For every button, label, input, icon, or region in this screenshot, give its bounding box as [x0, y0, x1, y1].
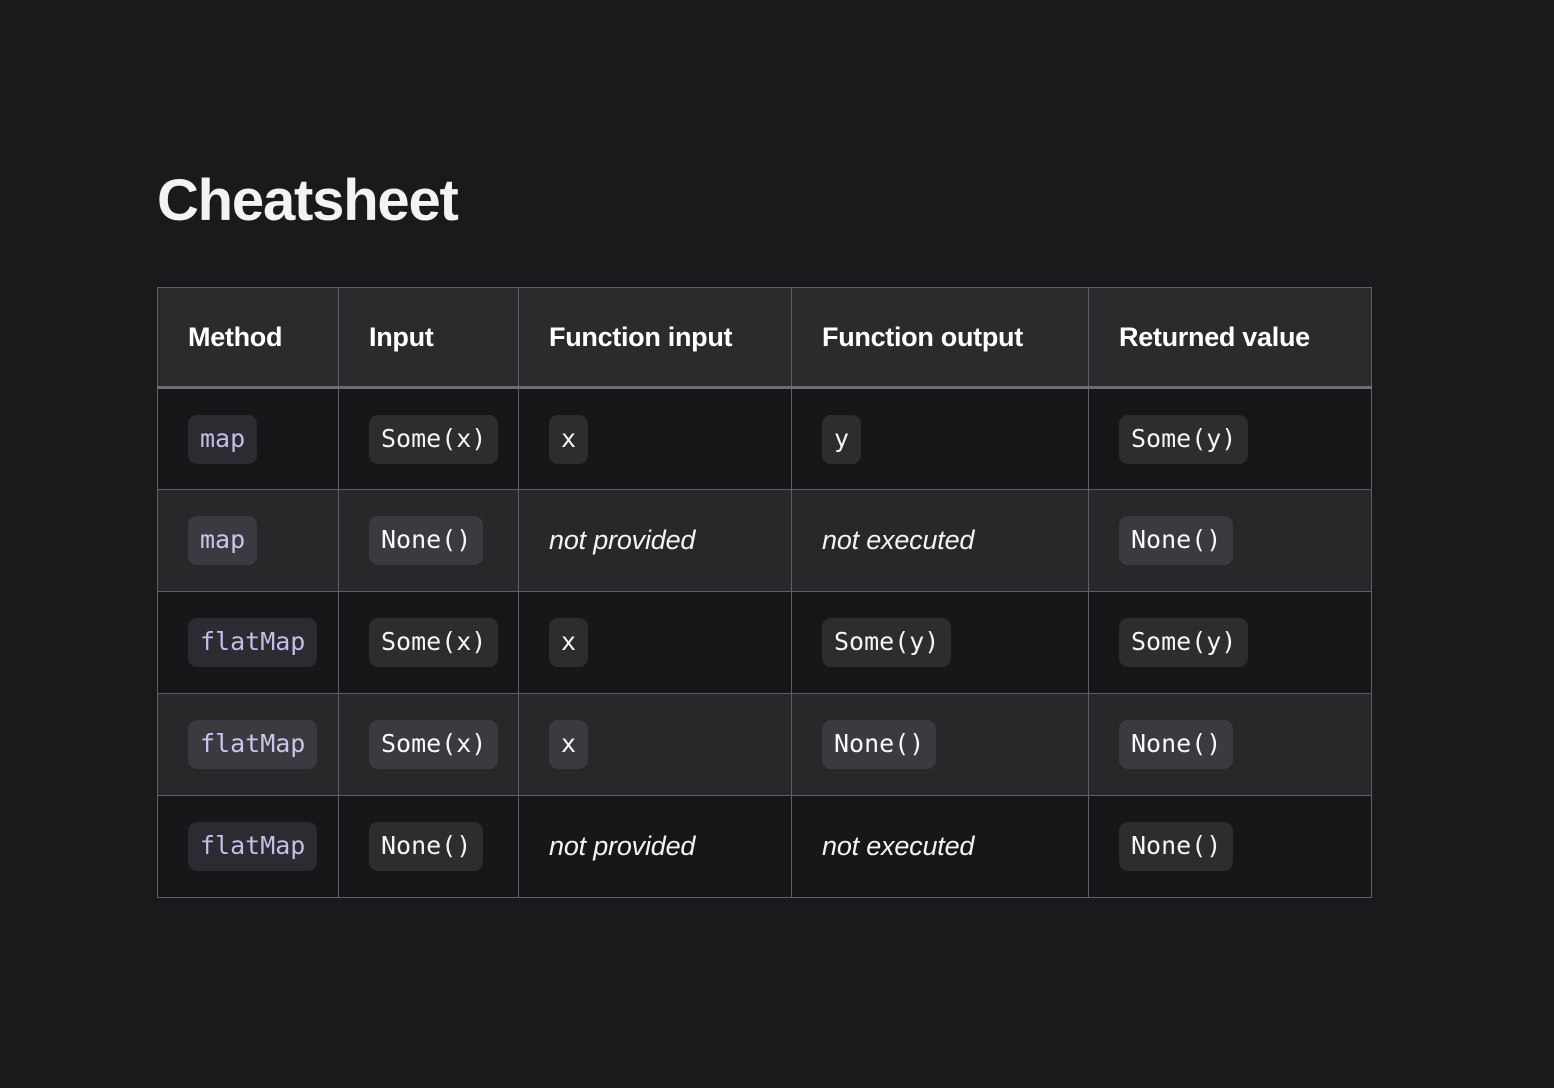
cell-fn_output: not executed — [791, 795, 1089, 898]
table-row: map Some(x) x y Some(y) — [157, 387, 1372, 490]
page-title: Cheatsheet — [157, 168, 459, 233]
note-text: not executed — [822, 831, 975, 861]
value-chip: x — [549, 414, 589, 464]
column-header-method: Method — [157, 287, 339, 389]
method-chip: flatMap — [188, 720, 318, 769]
value-chip: y — [822, 414, 862, 464]
cell-fn_input: x — [518, 693, 792, 796]
cheatsheet-table: Method Input Function input Function out… — [157, 287, 1372, 898]
cell-fn_output: y — [791, 387, 1089, 490]
value-chip: Some(x) — [369, 618, 499, 667]
cheatsheet-table-container: Method Input Function input Function out… — [157, 287, 1372, 898]
cell-fn_output: not executed — [791, 489, 1089, 592]
value-chip: None() — [822, 720, 937, 769]
note-text: not provided — [549, 831, 696, 861]
cell-fn_input: x — [518, 387, 792, 490]
cell-method: map — [157, 387, 339, 490]
method-chip: map — [188, 414, 258, 464]
cell-fn_output: Some(y) — [791, 591, 1089, 694]
column-header-fn-input: Function input — [518, 287, 792, 389]
value-chip: x — [549, 720, 589, 769]
cell-fn_input: x — [518, 591, 792, 694]
page-root: Cheatsheet Method Input Function input F… — [0, 0, 1554, 1088]
cell-method: map — [157, 489, 339, 592]
table-row: flatMap Some(x) x None() None() — [157, 693, 1372, 796]
column-header-returned: Returned value — [1088, 287, 1372, 389]
method-chip: flatMap — [188, 618, 318, 667]
table-row: flatMap Some(x) x Some(y) Some(y) — [157, 591, 1372, 694]
table-row: map None() not provided not executed None() — [157, 489, 1372, 592]
note-text: not executed — [822, 525, 975, 555]
cell-returned: Some(y) — [1088, 591, 1372, 694]
cell-returned: None() — [1088, 693, 1372, 796]
cell-input: Some(x) — [338, 693, 519, 796]
cell-input: None() — [338, 795, 519, 898]
cell-input: Some(x) — [338, 591, 519, 694]
table-body: map Some(x) x y Some(y) map None() not provided… — [157, 387, 1372, 898]
cell-fn_input: not provided — [518, 489, 792, 592]
method-chip: flatMap — [188, 822, 318, 871]
cell-fn_output: None() — [791, 693, 1089, 796]
value-chip: None() — [369, 822, 484, 871]
column-header-fn-output: Function output — [791, 287, 1089, 389]
value-chip: None() — [1119, 720, 1234, 769]
table-header-row: Method Input Function input Function out… — [157, 287, 1372, 389]
value-chip: Some(y) — [1119, 414, 1249, 464]
cell-fn_input: not provided — [518, 795, 792, 898]
column-header-input: Input — [338, 287, 519, 389]
cell-input: None() — [338, 489, 519, 592]
table-row: flatMap None() not provided not executed Non… — [157, 795, 1372, 898]
value-chip: Some(y) — [1119, 618, 1249, 667]
cell-method: flatMap — [157, 795, 339, 898]
cell-method: flatMap — [157, 591, 339, 694]
value-chip: x — [549, 618, 589, 667]
note-text: not provided — [549, 525, 696, 555]
method-chip: map — [188, 516, 258, 565]
value-chip: None() — [1119, 516, 1234, 565]
cell-returned: Some(y) — [1088, 387, 1372, 490]
cell-returned: None() — [1088, 489, 1372, 592]
table-header: Method Input Function input Function out… — [157, 287, 1372, 389]
value-chip: None() — [369, 516, 484, 565]
value-chip: Some(x) — [369, 414, 499, 464]
value-chip: Some(y) — [822, 618, 952, 667]
value-chip: Some(x) — [369, 720, 499, 769]
cell-method: flatMap — [157, 693, 339, 796]
cell-input: Some(x) — [338, 387, 519, 490]
value-chip: None() — [1119, 822, 1234, 871]
cell-returned: None() — [1088, 795, 1372, 898]
